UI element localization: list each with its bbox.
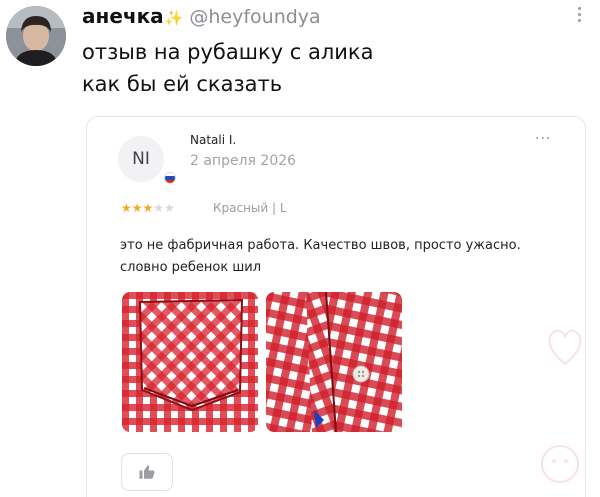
review-card: NI Natali I. 2 апреля 2026 ··· ★★★★★ Кра… [86,116,586,497]
heart-doodle-icon [548,329,582,366]
review-date: 2 апреля 2026 [190,153,297,169]
star-rating: ★★★★★ [121,201,175,215]
tweet-header: анечка✨ @heyfoundya [82,3,321,31]
tweet-text-line: отзыв на рубашку с алика [82,40,374,64]
more-options-icon[interactable] [574,4,584,25]
face-doodle-icon [541,445,579,483]
user-avatar[interactable] [6,6,66,66]
review-more-icon[interactable]: ··· [535,131,551,147]
like-button[interactable] [121,453,173,491]
star-empty-icon: ★ [153,201,165,215]
star-filled-icon: ★ [131,201,143,215]
user-handle[interactable]: @heyfoundya [189,6,320,28]
product-variant: Красный | L [213,201,287,215]
tweet-text: отзыв на рубашку с алика как бы ей сказа… [82,36,373,100]
review-photo[interactable] [266,292,402,432]
star-empty-icon: ★ [164,201,175,215]
review-text: это не фабричная работа. Качество швов, … [120,238,521,275]
star-filled-icon: ★ [121,201,132,215]
display-name[interactable]: анечка [82,4,164,28]
tweet-text-line: как бы ей сказать [82,72,283,96]
reviewer-avatar: NI [118,136,164,182]
russia-flag-icon [164,172,176,184]
star-filled-icon: ★ [142,201,154,215]
review-photo[interactable] [122,292,258,432]
reviewer-name: Natali I. [190,133,237,147]
thumbs-up-icon [139,465,155,479]
sparkle-emoji: ✨ [164,9,184,27]
